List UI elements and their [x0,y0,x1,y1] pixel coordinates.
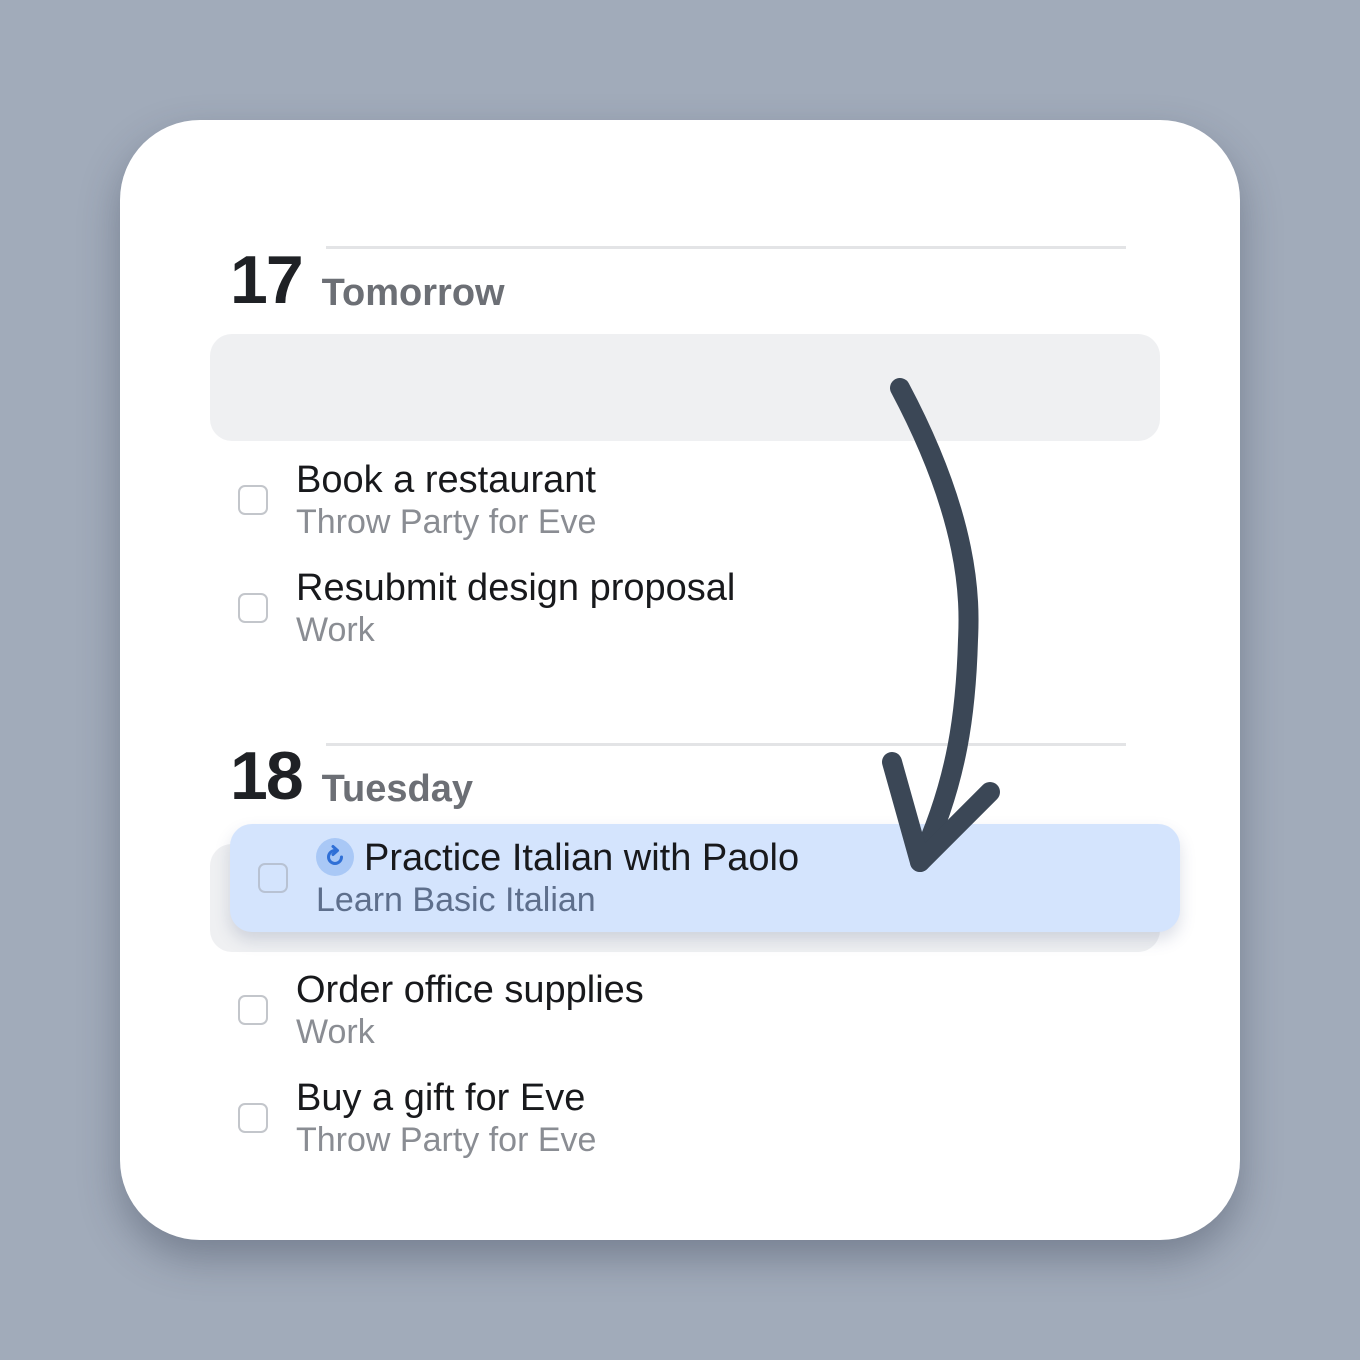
task-checkbox[interactable] [238,1103,268,1133]
task-checkbox[interactable] [258,863,288,893]
section-header-18: 18 Tuesday [230,742,473,810]
dragging-task-row[interactable]: Practice Italian with Paolo Learn Basic … [230,824,1180,932]
day-name: Tuesday [321,768,473,810]
section-header-17: 17 Tomorrow [230,246,505,314]
drop-placeholder-origin [210,334,1160,441]
task-row[interactable]: Resubmit design proposal Work [238,566,735,650]
task-row[interactable]: Buy a gift for Eve Throw Party for Eve [238,1076,596,1160]
day-name: Tomorrow [321,272,505,314]
task-title: Order office supplies [296,969,644,1011]
task-project: Work [296,611,375,649]
task-title: Book a restaurant [296,459,596,501]
task-project: Work [296,1013,375,1051]
task-project: Learn Basic Italian [316,881,596,919]
task-text: Buy a gift for Eve Throw Party for Eve [296,1076,596,1160]
task-text: Order office supplies Work [296,968,644,1052]
task-checkbox[interactable] [238,995,268,1025]
repeat-icon [316,837,354,876]
day-number: 17 [230,242,304,318]
task-project: Throw Party for Eve [296,503,597,541]
task-row[interactable]: Book a restaurant Throw Party for Eve [238,458,596,542]
task-text: Practice Italian with Paolo Learn Basic … [316,836,799,920]
task-checkbox[interactable] [238,485,268,515]
task-title: Buy a gift for Eve [296,1077,586,1119]
task-title: Resubmit design proposal [296,567,736,609]
task-project: Throw Party for Eve [296,1121,597,1159]
upcoming-card: 17 Tomorrow Book a restaurant Throw Part… [120,120,1240,1240]
task-text: Book a restaurant Throw Party for Eve [296,458,596,542]
day-number: 18 [230,738,304,814]
task-text: Resubmit design proposal Work [296,566,735,650]
task-checkbox[interactable] [238,593,268,623]
task-title: Practice Italian with Paolo [364,837,800,879]
task-row[interactable]: Order office supplies Work [238,968,644,1052]
task-title-line: Practice Italian with Paolo [316,836,799,880]
